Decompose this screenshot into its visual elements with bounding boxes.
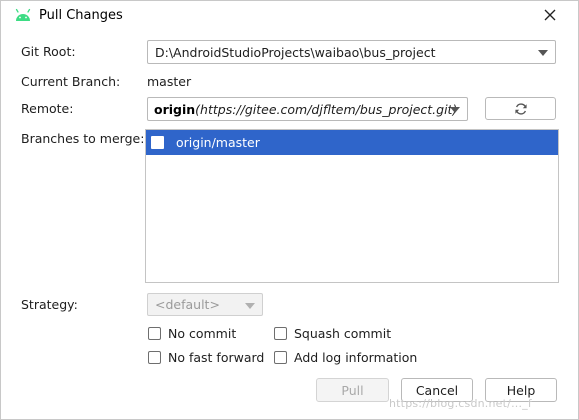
checkbox-box[interactable]: [274, 351, 287, 364]
git-root-value: D:\AndroidStudioProjects\waibao\bus_proj…: [155, 44, 436, 60]
branch-checkbox[interactable]: [151, 136, 164, 149]
chevron-down-icon: [538, 50, 548, 56]
checkbox-box[interactable]: [274, 327, 287, 340]
remote-combo[interactable]: origin (https://gitee.com/djfltem/bus_pro…: [147, 97, 468, 121]
close-icon[interactable]: [542, 7, 558, 23]
dialog-title: Pull Changes: [39, 8, 123, 23]
strategy-label: Strategy:: [21, 297, 78, 312]
squash-commit-label: Squash commit: [294, 326, 392, 341]
android-icon: [15, 8, 31, 21]
checkbox-box[interactable]: [148, 351, 161, 364]
chevron-down-icon: [245, 302, 255, 309]
checkbox-box[interactable]: [148, 327, 161, 340]
refresh-button[interactable]: [485, 97, 556, 120]
pull-changes-dialog: Pull Changes Git Root: D:\AndroidStudioP…: [0, 0, 579, 420]
strategy-combo: <default>: [147, 293, 263, 316]
branches-label: Branches to merge:: [21, 131, 145, 146]
list-item[interactable]: origin/master: [146, 130, 558, 155]
branch-label: origin/master: [176, 135, 260, 150]
current-branch-value: master: [147, 74, 192, 89]
git-root-label: Git Root:: [21, 44, 76, 59]
branches-list[interactable]: origin/master: [145, 129, 559, 283]
refresh-icon: [514, 102, 527, 115]
strategy-value: <default>: [155, 297, 220, 312]
pull-button[interactable]: Pull: [316, 378, 389, 402]
git-root-combo[interactable]: D:\AndroidStudioProjects\waibao\bus_proj…: [147, 40, 556, 64]
squash-commit-checkbox[interactable]: Squash commit: [274, 326, 391, 341]
no-fast-forward-label: No fast forward: [168, 350, 265, 365]
remote-label: Remote:: [21, 101, 74, 116]
no-commit-label: No commit: [168, 326, 237, 341]
current-branch-label: Current Branch:: [21, 74, 121, 89]
watermark-text: https://blog.csdn.net/..._f: [389, 397, 532, 410]
add-log-information-checkbox[interactable]: Add log information: [274, 350, 417, 365]
no-fast-forward-checkbox[interactable]: No fast forward: [148, 350, 264, 365]
remote-name: origin: [154, 101, 196, 117]
add-log-information-label: Add log information: [294, 350, 418, 365]
remote-url: (https://gitee.com/djfltem/bus_project.g…: [195, 101, 458, 117]
chevron-down-icon: [450, 107, 460, 113]
title-bar: Pull Changes: [1, 1, 578, 31]
no-commit-checkbox[interactable]: No commit: [148, 326, 236, 341]
